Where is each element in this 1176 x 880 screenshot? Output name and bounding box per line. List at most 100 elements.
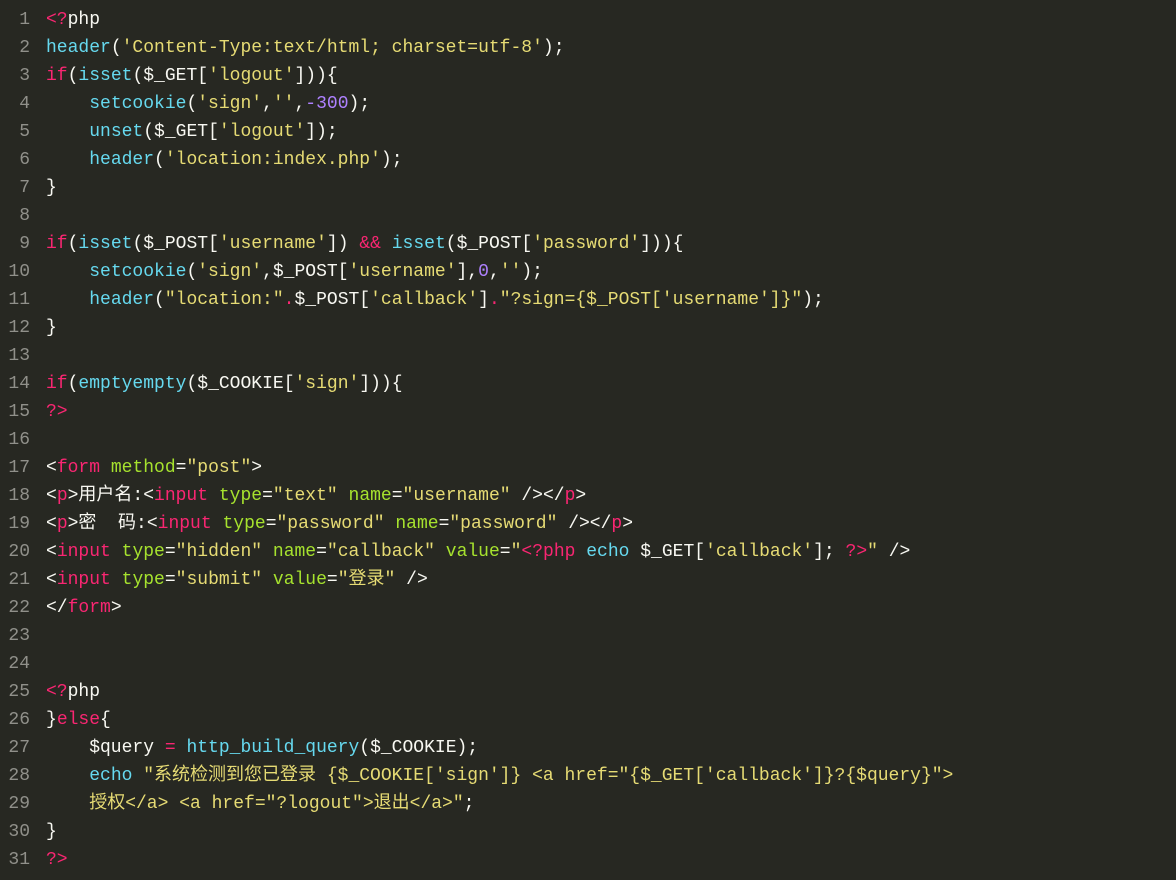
code-token: "username" — [403, 486, 511, 506]
code-token — [338, 486, 349, 506]
code-token: "hidden" — [176, 542, 262, 562]
code-line[interactable] — [46, 622, 1176, 650]
code-line[interactable]: <?php — [46, 678, 1176, 706]
code-token: 'location:index.php' — [165, 150, 381, 170]
code-line[interactable]: unset($_GET['logout']); — [46, 118, 1176, 146]
code-token: if — [46, 66, 68, 86]
code-token: type — [219, 486, 262, 506]
line-number: 20 — [6, 538, 30, 566]
code-line[interactable]: if(emptyempty($_COOKIE['sign'])){ — [46, 370, 1176, 398]
code-token — [262, 542, 273, 562]
line-number: 16 — [6, 426, 30, 454]
code-line[interactable] — [46, 202, 1176, 230]
code-token: = — [262, 486, 273, 506]
code-token — [46, 94, 89, 114]
code-token: "?sign={$_POST['username']}" — [500, 290, 802, 310]
code-token — [212, 514, 223, 534]
code-token: ]); — [305, 122, 337, 142]
code-line[interactable]: </form> — [46, 594, 1176, 622]
code-token: http_build_query — [186, 738, 359, 758]
code-line[interactable] — [46, 426, 1176, 454]
code-line[interactable]: setcookie('sign','',-300); — [46, 90, 1176, 118]
code-token: header — [46, 38, 111, 58]
code-token: p — [57, 486, 68, 506]
code-token: input — [154, 486, 208, 506]
code-line[interactable]: if(isset($_POST['username']) && isset($_… — [46, 230, 1176, 258]
code-line[interactable]: ?> — [46, 398, 1176, 426]
code-line[interactable]: if(isset($_GET['logout'])){ — [46, 62, 1176, 90]
code-token: p — [611, 514, 622, 534]
code-token: unset — [89, 122, 143, 142]
code-token: form — [57, 458, 100, 478]
code-token: 0 — [478, 262, 489, 282]
code-line[interactable] — [46, 342, 1176, 370]
code-line[interactable]: <p>密 码:<input type="password" name="pass… — [46, 510, 1176, 538]
code-token — [385, 514, 396, 534]
code-token: /></ — [557, 514, 611, 534]
line-number: 6 — [6, 146, 30, 174]
code-token: = — [316, 542, 327, 562]
code-line[interactable]: setcookie('sign',$_POST['username'],0,''… — [46, 258, 1176, 286]
code-line[interactable]: } — [46, 174, 1176, 202]
code-editor: 1234567891011121314151617181920212223242… — [0, 0, 1176, 880]
code-token — [435, 542, 446, 562]
code-token: type — [122, 542, 165, 562]
code-line[interactable]: }else{ — [46, 706, 1176, 734]
line-number: 28 — [6, 762, 30, 790]
code-token: ); — [543, 38, 565, 58]
code-token: value — [273, 570, 327, 590]
code-line[interactable]: <p>用户名:<input type="text" name="username… — [46, 482, 1176, 510]
code-token: 'sign' — [295, 374, 360, 394]
code-token: ( — [154, 290, 165, 310]
code-token: echo — [586, 542, 629, 562]
code-token: "location:" — [165, 290, 284, 310]
code-token: < — [46, 542, 57, 562]
code-token: >密 码:< — [68, 514, 158, 534]
code-line[interactable]: $query = http_build_query($_COOKIE); — [46, 734, 1176, 762]
code-line[interactable]: header("location:".$_POST['callback']."?… — [46, 286, 1176, 314]
line-number: 1 — [6, 6, 30, 34]
code-token: "登录" — [338, 570, 396, 590]
code-token: ])){ — [295, 66, 338, 86]
code-line[interactable]: } — [46, 314, 1176, 342]
code-line[interactable]: echo "系统检测到您已登录 {$_COOKIE['sign']} <a hr… — [46, 762, 1176, 790]
code-token: 'logout' — [219, 122, 305, 142]
code-line[interactable]: header('Content-Type:text/html; charset=… — [46, 34, 1176, 62]
code-token: [ — [208, 122, 219, 142]
line-number: 12 — [6, 314, 30, 342]
code-token: ); — [521, 262, 543, 282]
code-token: " — [511, 542, 522, 562]
code-token — [46, 766, 89, 786]
code-token: ])){ — [640, 234, 683, 254]
code-token: $_POST — [273, 262, 338, 282]
code-token: < — [46, 458, 57, 478]
code-token: p — [57, 514, 68, 534]
line-number-gutter: 1234567891011121314151617181920212223242… — [0, 0, 38, 880]
code-token: > — [622, 514, 633, 534]
code-line[interactable]: header('location:index.php'); — [46, 146, 1176, 174]
code-token: "password" — [277, 514, 385, 534]
code-line[interactable]: } — [46, 818, 1176, 846]
code-line[interactable]: <input type="submit" value="登录" /> — [46, 566, 1176, 594]
code-token: [ — [359, 290, 370, 310]
code-line[interactable]: <form method="post"> — [46, 454, 1176, 482]
code-token — [111, 542, 122, 562]
code-token: = — [165, 738, 176, 758]
code-line[interactable] — [46, 650, 1176, 678]
code-line[interactable]: 授权</a> <a href="?logout">退出</a>"; — [46, 790, 1176, 818]
code-token: [ — [338, 262, 349, 282]
code-token: ( — [186, 374, 197, 394]
line-number: 21 — [6, 566, 30, 594]
code-token: "post" — [186, 458, 251, 478]
code-line[interactable]: <input type="hidden" name="callback" val… — [46, 538, 1176, 566]
code-token — [111, 570, 122, 590]
code-token: /> — [878, 542, 910, 562]
code-token: < — [46, 486, 57, 506]
code-line[interactable]: <?php — [46, 6, 1176, 34]
code-token: } — [46, 822, 57, 842]
code-token: 'callback' — [705, 542, 813, 562]
code-line[interactable]: ?> — [46, 846, 1176, 874]
code-token: <? — [46, 10, 68, 30]
line-number: 7 — [6, 174, 30, 202]
code-area[interactable]: <?phpheader('Content-Type:text/html; cha… — [38, 0, 1176, 880]
